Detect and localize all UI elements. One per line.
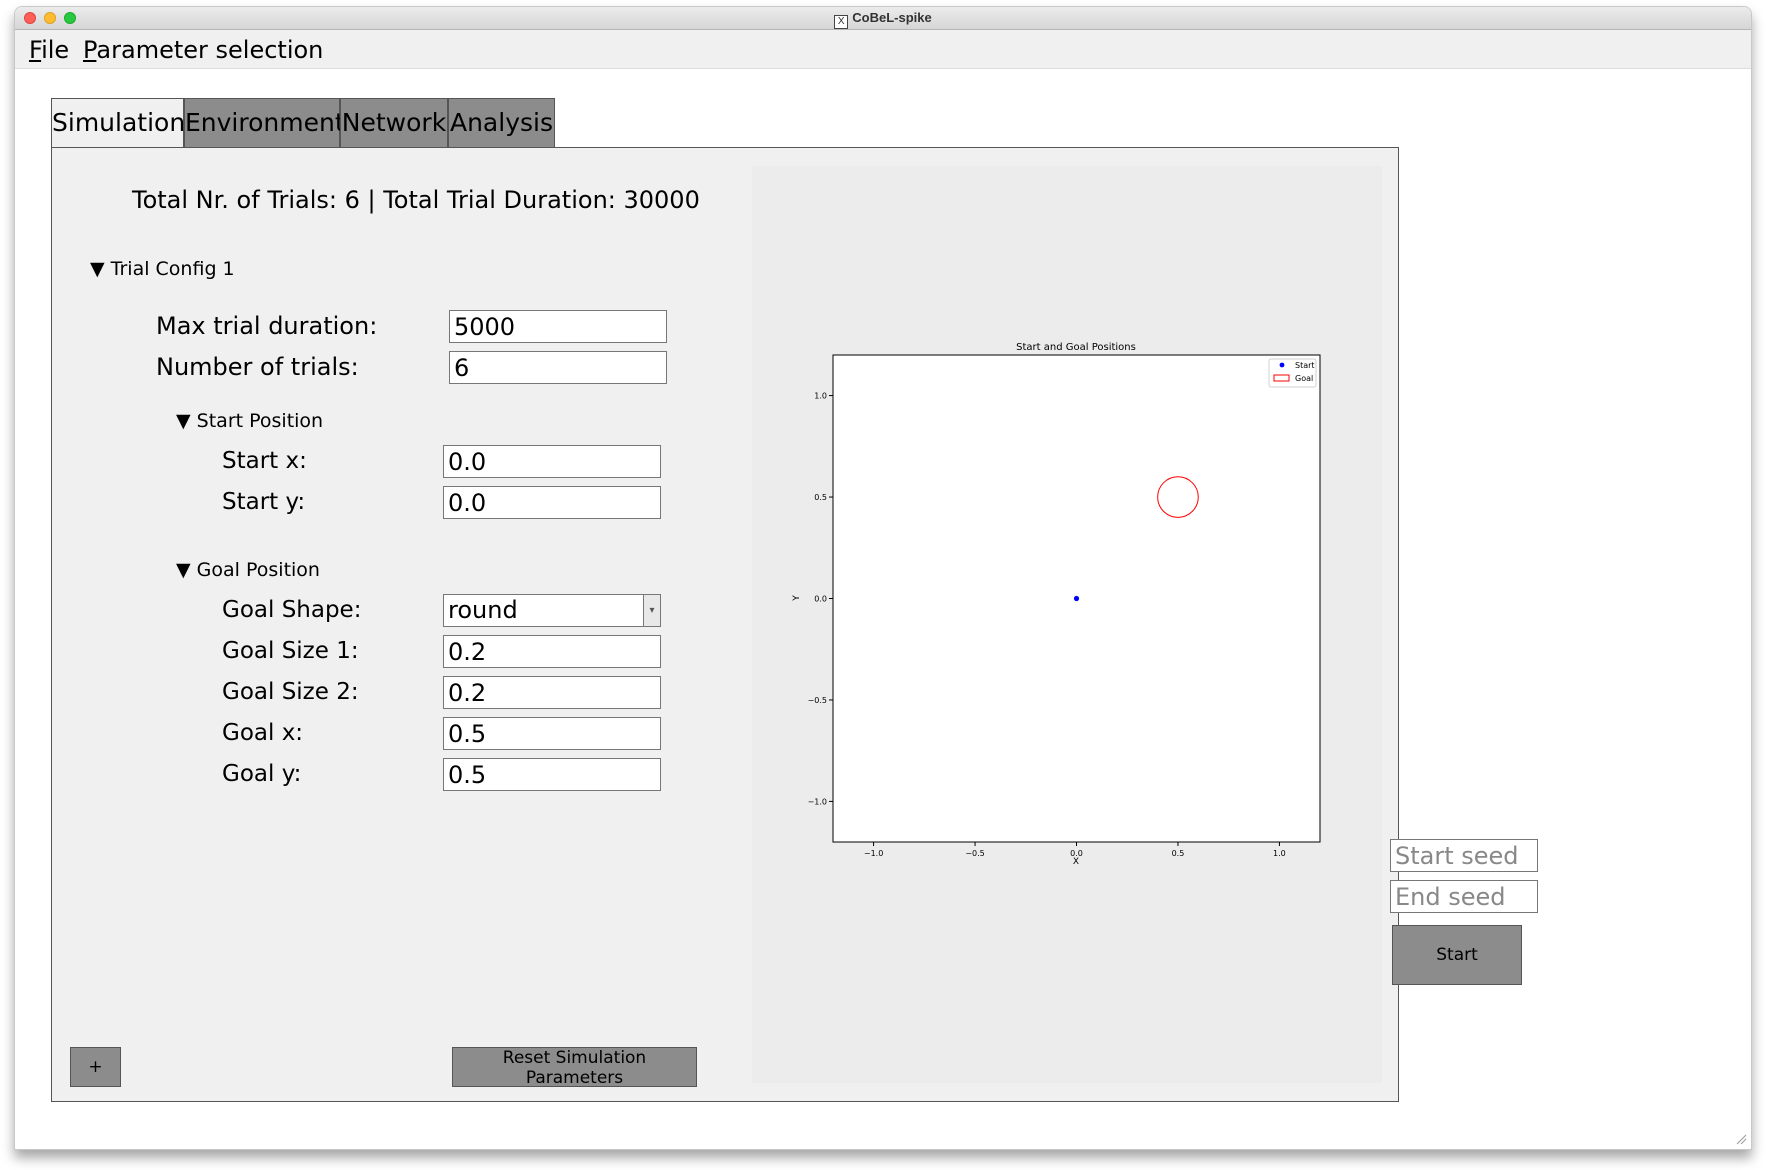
tab-simulation[interactable]: Simulation — [51, 98, 185, 151]
start-position-header[interactable]: ▼ Start Position — [176, 410, 323, 432]
menu-parameter-label: arameter selection — [96, 36, 324, 64]
end-seed-input[interactable] — [1390, 880, 1538, 913]
tree-expanded-icon: ▼ — [90, 258, 105, 280]
tab-analysis[interactable]: Analysis — [448, 98, 555, 148]
y-tick-label: 1.0 — [814, 392, 827, 401]
start-y-label: Start y: — [222, 489, 306, 515]
goal-size2-label: Goal Size 2: — [222, 679, 359, 705]
start-seed-input[interactable] — [1390, 839, 1538, 872]
y-axis-label: Y — [792, 595, 802, 602]
goal-shape-value: round — [448, 596, 518, 624]
num-trials-input[interactable] — [449, 351, 667, 384]
x11-icon: X — [834, 15, 849, 29]
x-axis-label: X — [1073, 857, 1079, 867]
plot-svg: Start and Goal Positions X Y −1.0 −0.5 0.0… — [792, 342, 1321, 867]
start-x-label: Start x: — [222, 448, 307, 474]
chevron-down-icon[interactable]: ▾ — [643, 595, 660, 626]
trial-config-title: Trial Config 1 — [110, 258, 235, 280]
app-window: X CoBeL-spike File Parameter selection Si… — [14, 6, 1752, 1150]
x-tick-label: −1.0 — [864, 849, 883, 858]
window-title: X CoBeL-spike — [15, 10, 1751, 29]
y-tick-label: 0.5 — [814, 493, 827, 502]
menu-file-label: ile — [41, 36, 70, 64]
reset-simulation-button[interactable]: Reset Simulation Parameters — [452, 1047, 697, 1088]
y-tick-label: 0.0 — [814, 595, 827, 604]
tab-environment[interactable]: Environment — [184, 98, 345, 148]
menu-file-mnemonic: F — [29, 36, 42, 64]
goal-x-input[interactable] — [443, 717, 661, 750]
start-position-title: Start Position — [196, 410, 324, 432]
x-tick-label: −0.5 — [965, 849, 984, 858]
legend-start-marker — [1279, 362, 1285, 368]
legend-start-label: Start — [1295, 361, 1315, 370]
goal-size2-input[interactable] — [443, 676, 661, 709]
title-bar: X CoBeL-spike — [15, 7, 1751, 30]
menu-file[interactable]: File — [29, 36, 69, 64]
goal-position-header[interactable]: ▼ Goal Position — [176, 559, 320, 581]
goal-y-input[interactable] — [443, 758, 661, 791]
goal-y-label: Goal y: — [222, 761, 302, 787]
tab-network[interactable]: Network — [340, 98, 448, 148]
goal-shape-select[interactable]: round ▾ — [443, 594, 661, 627]
x-tick-label: 0.0 — [1070, 849, 1083, 858]
start-x-input[interactable] — [443, 445, 661, 478]
start-goal-plot: Start and Goal Positions X Y −1.0 −0.5 0.0… — [752, 166, 1382, 1083]
goal-shape-label: Goal Shape: — [222, 597, 362, 623]
goal-size1-input[interactable] — [443, 635, 661, 668]
start-y-input[interactable] — [443, 486, 661, 519]
plot-title: Start and Goal Positions — [1016, 342, 1136, 353]
x-ticks: −1.0 −0.5 0.0 0.5 1.0 — [864, 842, 1286, 858]
simulation-panel: Total Nr. of Trials: 6 | Total Trial Dur… — [51, 147, 1399, 1102]
trial-summary: Total Nr. of Trials: 6 | Total Trial Dur… — [132, 186, 700, 214]
add-trial-config-button[interactable]: + — [70, 1047, 121, 1087]
y-tick-label: −1.0 — [808, 797, 827, 806]
x-tick-label: 0.5 — [1172, 849, 1185, 858]
goal-x-label: Goal x: — [222, 720, 304, 746]
resize-grip-icon[interactable] — [1735, 1133, 1747, 1145]
num-trials-label: Number of trials: — [156, 353, 359, 381]
y-tick-label: −0.5 — [808, 696, 827, 705]
menu-parameter-selection[interactable]: Parameter selection — [83, 36, 323, 64]
goal-size1-label: Goal Size 1: — [222, 638, 359, 664]
trial-config-header[interactable]: ▼ Trial Config 1 — [90, 258, 235, 280]
y-ticks: −1.0 −0.5 0.0 0.5 1.0 — [808, 392, 833, 806]
goal-position-title: Goal Position — [196, 559, 320, 581]
max-duration-label: Max trial duration: — [156, 312, 378, 340]
legend-goal-label: Goal — [1295, 374, 1313, 383]
window-title-text: CoBeL-spike — [852, 10, 932, 25]
x-tick-label: 1.0 — [1273, 849, 1286, 858]
start-button[interactable]: Start — [1392, 925, 1522, 985]
plot-legend: Start Goal — [1268, 358, 1317, 388]
max-duration-input[interactable] — [449, 310, 667, 343]
menu-bar: File Parameter selection — [15, 30, 1751, 69]
menu-parameter-mnemonic: P — [83, 36, 97, 64]
start-point — [1073, 595, 1080, 602]
tree-expanded-icon: ▼ — [176, 410, 191, 432]
tree-expanded-icon: ▼ — [176, 559, 191, 581]
